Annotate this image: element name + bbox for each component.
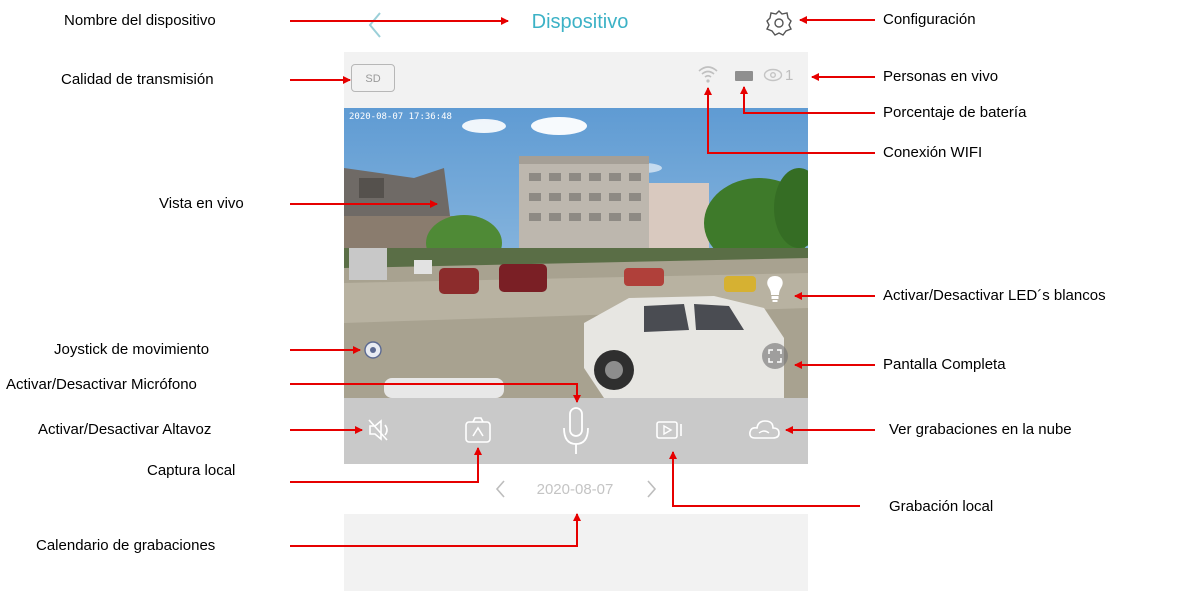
settings-button[interactable] [764, 8, 794, 38]
gear-icon [766, 10, 792, 36]
video-timestamp: 2020-08-07 17:36:48 [349, 112, 452, 122]
battery-icon [735, 71, 753, 81]
local-record-button[interactable] [652, 412, 688, 448]
label-live-viewers: Personas en vivo [883, 68, 999, 85]
label-live-view: Vista en vivo [159, 195, 244, 212]
wifi-icon [697, 64, 719, 84]
label-microphone: Activar/Desactivar Micrófono [6, 376, 197, 393]
camera-icon [465, 417, 491, 443]
back-button[interactable] [364, 10, 388, 40]
live-view[interactable] [344, 108, 808, 398]
chevron-right-icon [647, 480, 657, 498]
label-capture: Captura local [147, 462, 236, 479]
speaker-muted-icon [368, 419, 388, 441]
joystick-icon [364, 341, 382, 359]
live-viewers: 1 [763, 65, 793, 85]
microphone-icon [563, 407, 589, 454]
microphone-button[interactable] [556, 404, 596, 460]
label-led: Activar/Desactivar LED´s blancos [883, 287, 1106, 304]
cloud-recordings-button[interactable] [746, 412, 782, 448]
label-cloud: Ver grabaciones en la nube [889, 421, 1072, 438]
viewers-count: 1 [785, 66, 794, 84]
led-toggle-button[interactable] [764, 274, 786, 304]
label-battery: Porcentaje de batería [883, 104, 1027, 121]
fullscreen-icon [768, 349, 782, 363]
fullscreen-button[interactable] [762, 343, 788, 369]
label-calendar: Calendario de grabaciones [36, 537, 216, 554]
label-device-name: Nombre del dispositivo [64, 12, 216, 29]
stream-quality-button[interactable]: SD [351, 64, 395, 92]
recordings-calendar-date[interactable]: 2020-08-07 [520, 481, 630, 498]
video-record-icon [656, 421, 682, 439]
label-stream-quality: Calidad de transmisión [61, 71, 214, 88]
label-wifi: Conexión WIFI [883, 144, 983, 161]
device-title: Dispositivo [531, 11, 629, 33]
previous-date-button[interactable] [492, 478, 510, 500]
chevron-left-icon [368, 12, 381, 38]
label-local-record: Grabación local [889, 498, 994, 515]
label-joystick: Joystick de movimiento [54, 341, 210, 358]
recordings-area [344, 514, 808, 591]
label-speaker: Activar/Desactivar Altavoz [38, 421, 212, 438]
speaker-toggle-button[interactable] [362, 412, 398, 448]
joystick-button[interactable] [364, 341, 382, 359]
eye-icon [763, 68, 783, 82]
label-settings: Configuración [883, 11, 976, 28]
chevron-left-icon [495, 480, 505, 498]
label-fullscreen: Pantalla Completa [883, 356, 1006, 373]
next-date-button[interactable] [642, 478, 660, 500]
live-video-frame [344, 108, 808, 398]
lightbulb-icon [767, 276, 783, 302]
cloud-icon [749, 420, 780, 439]
capture-button[interactable] [460, 412, 496, 448]
